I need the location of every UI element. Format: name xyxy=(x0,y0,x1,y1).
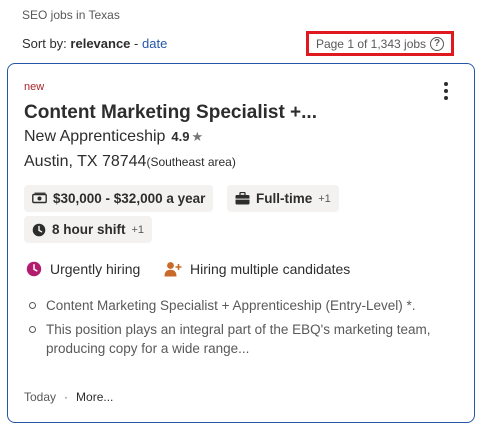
clock-icon xyxy=(32,223,46,237)
hiring-multiple-label: Hiring multiple candidates xyxy=(190,261,351,277)
salary-chip: $30,000 - $32,000 a year xyxy=(24,185,214,212)
hiring-multiple: Hiring multiple candidates xyxy=(164,261,350,277)
urgent-clock-icon xyxy=(26,261,42,277)
company-name: New Apprenticeship xyxy=(24,128,166,145)
job-type-more: +1 xyxy=(318,192,331,205)
sort-relevance: relevance xyxy=(70,36,131,51)
salary-text: $30,000 - $32,000 a year xyxy=(53,191,206,206)
sort-separator: - xyxy=(134,36,139,51)
new-badge: new xyxy=(24,81,45,93)
card-footer: Today · More... xyxy=(24,390,113,404)
shift-chip[interactable]: 8 hour shift +1 xyxy=(24,216,153,243)
urgently-hiring-label: Urgently hiring xyxy=(50,261,141,277)
page-count-text: Page 1 of 1,343 jobs xyxy=(315,36,427,51)
location-text: Austin, TX 78744 xyxy=(24,153,147,170)
help-circle-icon[interactable]: ? xyxy=(430,36,445,51)
job-title-link[interactable]: Content Marketing Specialist +... xyxy=(24,102,317,124)
page-count-highlight: Page 1 of 1,343 jobs ? xyxy=(306,31,454,56)
posted-date: Today xyxy=(24,390,57,404)
location-area: (Southeast area) xyxy=(146,155,236,169)
job-type-text: Full-time xyxy=(256,191,313,206)
company-info: New Apprenticeship 4.9 ★ xyxy=(24,128,203,146)
company-rating: 4.9 xyxy=(171,129,190,144)
more-options-icon[interactable] xyxy=(444,82,450,100)
sort-bar: Sort by: relevance - date xyxy=(22,36,167,51)
urgently-hiring: Urgently hiring xyxy=(26,261,140,277)
star-icon: ★ xyxy=(191,129,204,144)
job-type-chip[interactable]: Full-time +1 xyxy=(227,185,339,212)
job-location: Austin, TX 78744(Southeast area) xyxy=(24,153,236,171)
sort-label: Sort by: xyxy=(22,36,67,51)
more-link[interactable]: More... xyxy=(76,390,113,404)
money-icon xyxy=(32,192,47,205)
snippet-item: Content Marketing Specialist + Apprentic… xyxy=(24,296,454,315)
job-card[interactable]: new Content Marketing Specialist +... Ne… xyxy=(7,63,475,423)
job-snippet: Content Marketing Specialist + Apprentic… xyxy=(24,296,454,363)
add-person-icon xyxy=(164,261,182,277)
briefcase-icon xyxy=(235,192,250,205)
snippet-item: This position plays an integral part of … xyxy=(24,320,454,358)
shift-more: +1 xyxy=(131,223,145,236)
footer-dot: · xyxy=(64,390,69,404)
search-breadcrumb: SEO jobs in Texas xyxy=(22,8,120,22)
shift-text: 8 hour shift xyxy=(52,222,126,237)
sort-by-date-link[interactable]: date xyxy=(142,36,167,51)
